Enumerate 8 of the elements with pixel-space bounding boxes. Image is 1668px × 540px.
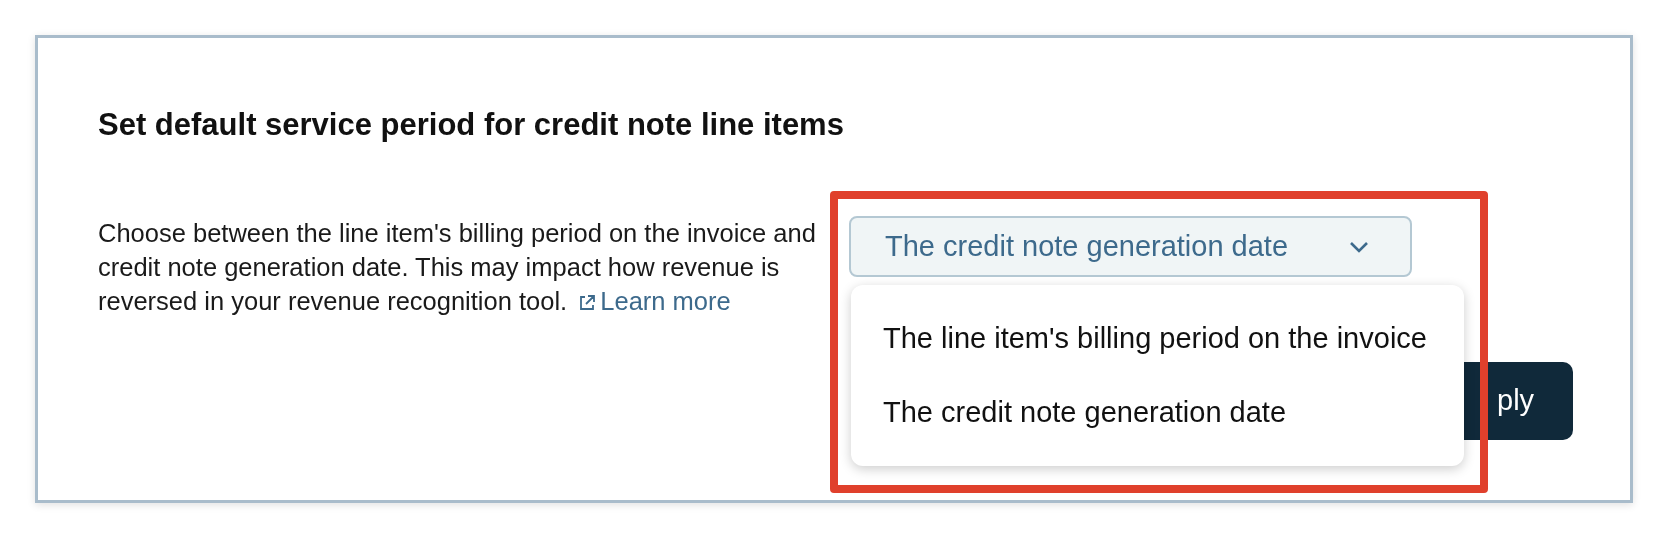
menu-option[interactable]: The line item's billing period on the invoice (851, 303, 1464, 375)
description-text: Choose between the line item's billing period on the invoice and credit note generation date. This may impact how revenue is reversed in your revenue recognition tool. Learn more (98, 218, 817, 317)
learn-more-link[interactable]: Learn more (600, 287, 731, 315)
external-link-icon (578, 294, 597, 312)
select-field[interactable]: The credit note generation date (849, 216, 1412, 277)
chevron-icon (1348, 239, 1370, 254)
section-title: Set default service period for credit note line items (98, 106, 844, 144)
menu-option[interactable]: The credit note generation date (851, 376, 1464, 448)
